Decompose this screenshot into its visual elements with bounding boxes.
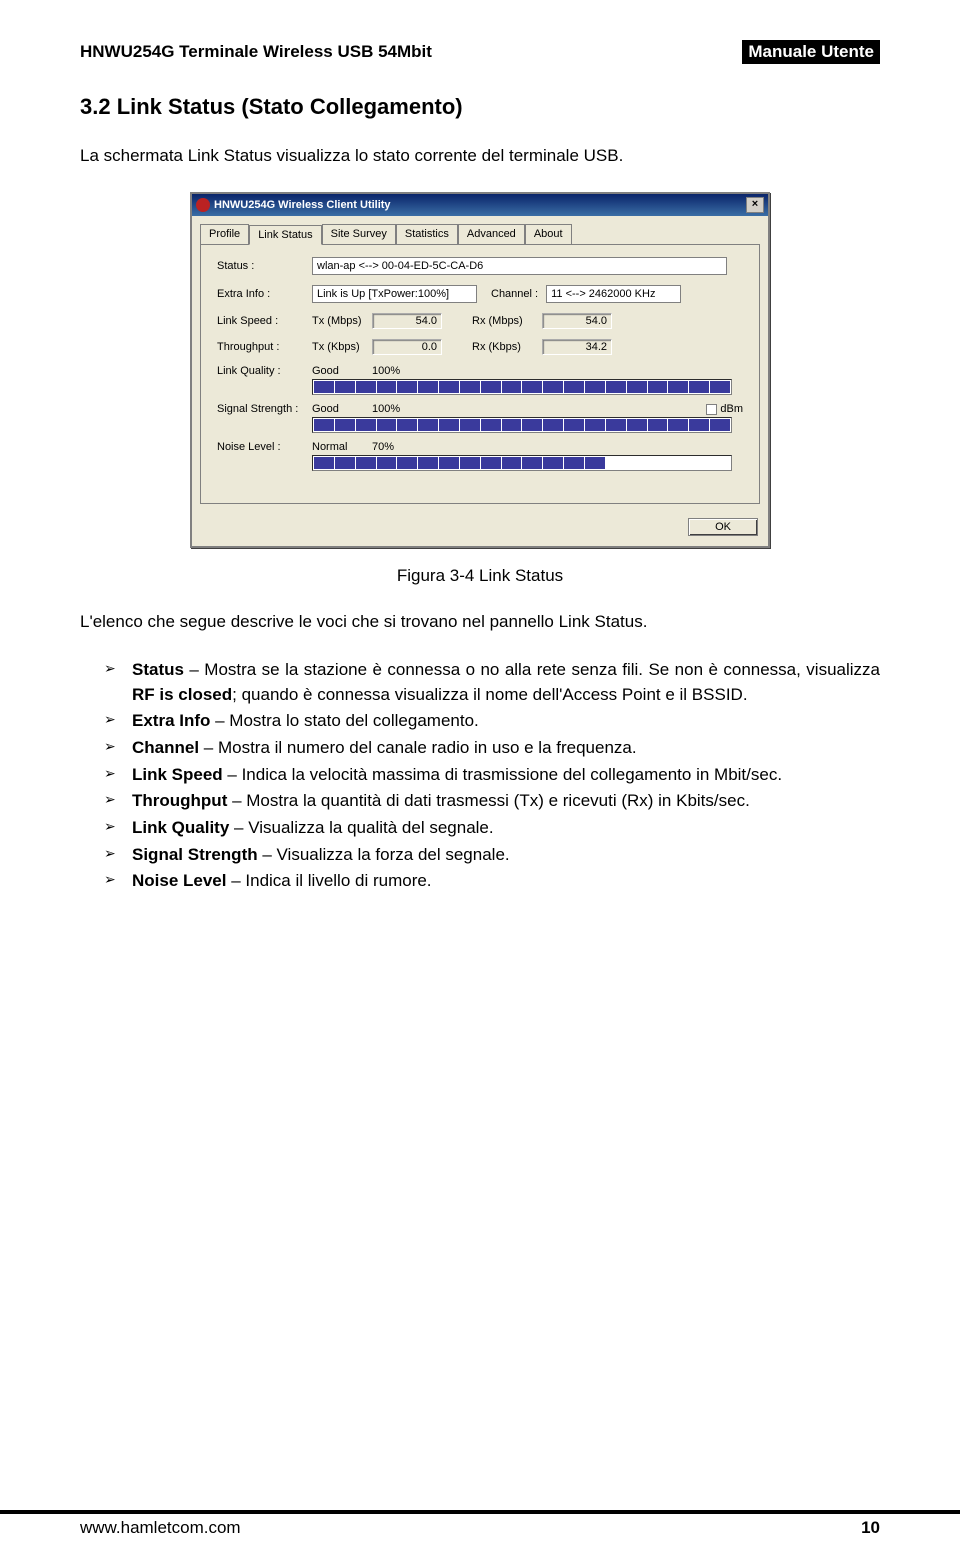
tx-kbps-label: Tx (Kbps) [312,341,372,353]
list-item: Link Speed – Indica la velocità massima … [104,763,880,788]
dbm-checkbox[interactable] [706,404,717,415]
list-item: Link Quality – Visualizza la qualità del… [104,816,880,841]
titlebar: HNWU254G Wireless Client Utility × [192,194,768,216]
list-item: Extra Info – Mostra lo stato del collega… [104,709,880,734]
tx-mbps-value: 54.0 [372,313,442,329]
section-title: 3.2 Link Status (Stato Collegamento) [80,94,880,120]
extrainfo-label: Extra Info : [217,288,312,300]
noise-word: Normal [312,441,372,453]
description-list: Status – Mostra se la stazione è conness… [80,658,880,894]
rx-kbps-label: Rx (Kbps) [472,341,542,353]
noise-label: Noise Level : [217,441,312,453]
page-header: HNWU254G Terminale Wireless USB 54Mbit M… [80,40,880,64]
rx-kbps-value: 34.2 [542,339,612,355]
throughput-label: Throughput : [217,341,312,353]
header-manual-badge: Manuale Utente [742,40,880,64]
tab-content: Status : wlan-ap <--> 00-04-ED-5C-CA-D6 … [200,244,760,504]
header-product: HNWU254G Terminale Wireless USB 54Mbit [80,42,432,62]
page-number: 10 [861,1518,880,1538]
app-icon [196,198,210,212]
tab-statistics[interactable]: Statistics [396,224,458,244]
linkquality-word: Good [312,365,372,377]
list-item: Throughput – Mostra la quantità di dati … [104,789,880,814]
tx-kbps-value: 0.0 [372,339,442,355]
figure-caption: Figura 3-4 Link Status [80,566,880,586]
list-item: Status – Mostra se la stazione è conness… [104,658,880,707]
rx-mbps-label: Rx (Mbps) [472,315,542,327]
tab-advanced[interactable]: Advanced [458,224,525,244]
status-label: Status : [217,260,312,272]
tab-about[interactable]: About [525,224,572,244]
signal-bar [312,417,732,433]
intro-text: La schermata Link Status visualizza lo s… [80,145,880,167]
linkspeed-label: Link Speed : [217,315,312,327]
window-title: HNWU254G Wireless Client Utility [214,199,391,211]
dbm-label: dBm [720,403,743,415]
rx-mbps-value: 54.0 [542,313,612,329]
linkquality-label: Link Quality : [217,365,312,377]
linkquality-bar [312,379,732,395]
linkquality-pct: 100% [372,365,400,377]
list-item: Channel – Mostra il numero del canale ra… [104,736,880,761]
status-value: wlan-ap <--> 00-04-ED-5C-CA-D6 [312,257,727,275]
signal-label: Signal Strength : [217,403,312,415]
tab-profile[interactable]: Profile [200,224,249,244]
figure-link-status: HNWU254G Wireless Client Utility × Profi… [80,192,880,548]
signal-pct: 100% [372,403,422,415]
tab-row: Profile Link Status Site Survey Statisti… [192,216,768,244]
extrainfo-value: Link is Up [TxPower:100%] [312,285,477,303]
signal-word: Good [312,403,372,415]
noise-bar [312,455,732,471]
after-caption-text: L'elenco che segue descrive le voci che … [80,611,880,633]
page-footer: www.hamletcom.com 10 [0,1510,960,1538]
tx-mbps-label: Tx (Mbps) [312,315,372,327]
close-button[interactable]: × [746,197,764,213]
list-item: Noise Level – Indica il livello di rumor… [104,869,880,894]
app-window: HNWU254G Wireless Client Utility × Profi… [190,192,770,548]
channel-label: Channel : [491,288,538,300]
tab-site-survey[interactable]: Site Survey [322,224,396,244]
ok-button[interactable]: OK [688,518,758,536]
footer-url: www.hamletcom.com [80,1518,241,1538]
noise-pct: 70% [372,441,394,453]
list-item: Signal Strength – Visualizza la forza de… [104,843,880,868]
channel-value: 11 <--> 2462000 KHz [546,285,681,303]
tab-link-status[interactable]: Link Status [249,225,321,245]
